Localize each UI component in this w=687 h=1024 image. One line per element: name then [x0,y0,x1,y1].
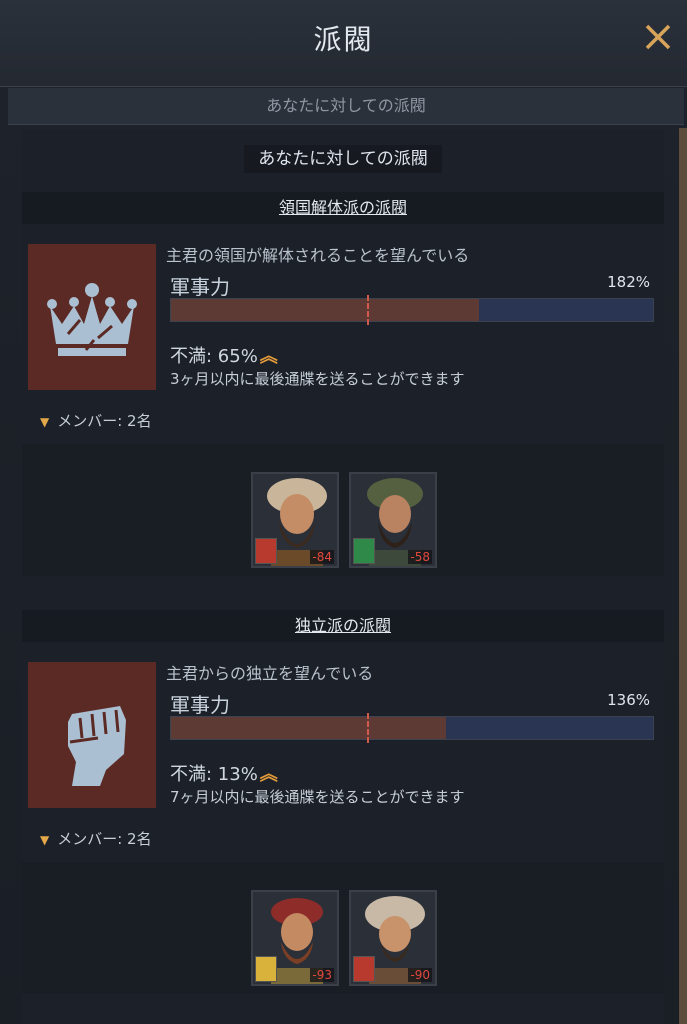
close-icon [645,24,671,50]
crown-icon [47,283,137,356]
members-panel: -84 -58 [22,444,664,576]
faction-description: 主君からの独立を望んでいる [166,664,374,683]
opinion-value: -84 [310,550,334,564]
raised-fist-icon [68,706,126,786]
opinion-value: -58 [408,550,432,564]
military-strength-bar [170,713,654,743]
opinion-value: -93 [310,968,334,982]
close-button[interactable] [641,20,675,54]
military-strength-label: 軍事力 [170,275,230,299]
house-badge [255,956,277,982]
opinion-value: -90 [408,968,432,982]
house-badge [353,956,375,982]
members-panel: -93 -90 [22,862,664,994]
triangle-down-icon: ▼ [40,833,50,847]
faction-list: あなたに対しての派閥 領国解体派の派閥 主君の領国が解体されることを望んでいる … [22,130,664,1024]
members-label: メンバー: 2名 [57,412,152,430]
member-portrait[interactable]: -84 [251,472,339,568]
threshold-marker [367,713,369,743]
triangle-down-icon: ▼ [40,415,50,429]
discontent-text: 不満: 65% [170,346,258,367]
increasing-chevron-icon: ︽ [259,764,278,785]
member-portrait[interactable]: -90 [349,890,437,986]
tab-factions-against-you[interactable]: あなたに対しての派閥 [8,88,684,125]
faction-name[interactable]: 独立派の派閥 [295,616,391,635]
ultimatum-text: 7ヶ月以内に最後通牒を送ることができます [170,788,465,806]
military-strength-percent: 182% [607,273,650,291]
discontent: 不満: 13% ︽ [170,760,278,786]
threshold-marker [367,295,369,325]
discontent-text: 不満: 13% [170,764,258,785]
ultimatum-text: 3ヶ月以内に最後通牒を送ることができます [170,370,465,388]
house-badge [353,538,375,564]
faction-name[interactable]: 領国解体派の派閥 [279,198,407,217]
house-badge [255,538,277,564]
faction-emblem [28,662,156,808]
members-toggle[interactable]: ▼ メンバー: 2名 [40,410,152,431]
title-bar: 派閥 [0,0,687,87]
section-title: あなたに対しての派閥 [22,144,664,173]
discontent: 不満: 65% ︽ [170,342,278,368]
military-strength-percent: 136% [607,691,650,709]
faction-header[interactable]: 独立派の派閥 [22,610,664,642]
window-title: 派閥 [313,23,374,56]
military-strength-fill [171,717,446,739]
faction-header[interactable]: 領国解体派の派閥 [22,192,664,224]
scrollbar[interactable] [679,128,687,1024]
members-label: メンバー: 2名 [57,830,152,848]
faction-description: 主君の領国が解体されることを望んでいる [166,246,470,265]
faction-emblem [28,244,156,390]
section-title-text: あなたに対しての派閥 [244,145,442,173]
military-strength-label: 軍事力 [170,693,230,717]
member-portrait[interactable]: -93 [251,890,339,986]
military-strength-fill [171,299,480,321]
member-portrait[interactable]: -58 [349,472,437,568]
members-toggle[interactable]: ▼ メンバー: 2名 [40,828,152,849]
increasing-chevron-icon: ︽ [259,346,278,367]
factions-window: 派閥 あなたに対しての派閥 あなたに対しての派閥 領国解体派の派閥 主君の領国が… [0,0,687,1024]
military-strength-bar [170,295,654,325]
